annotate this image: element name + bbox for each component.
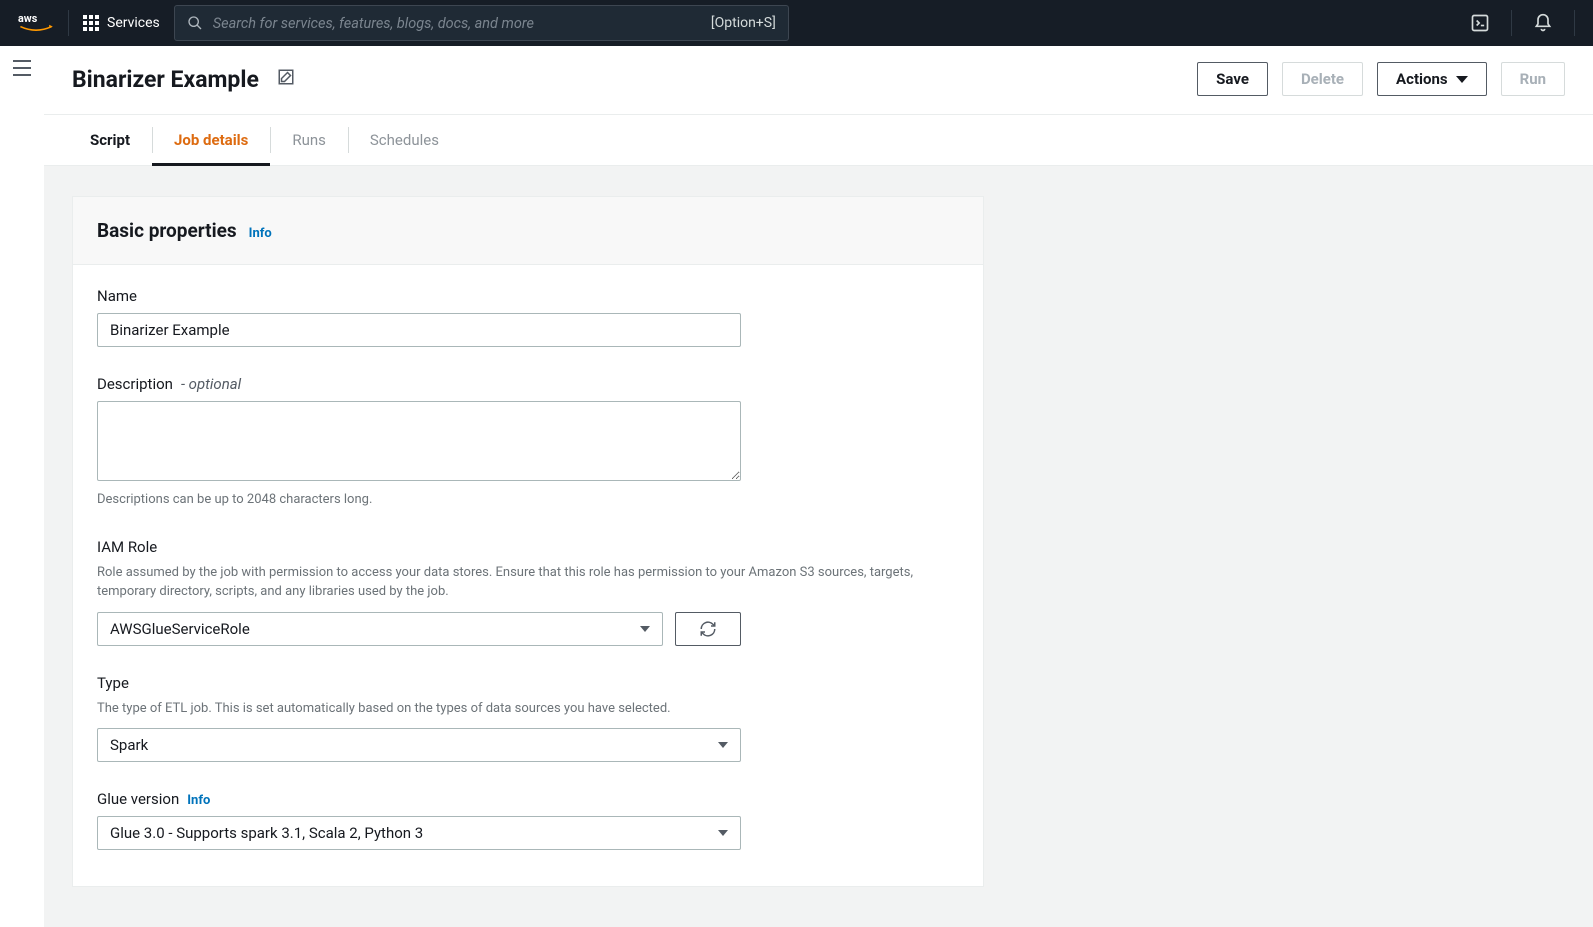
nav-separator <box>1511 10 1512 36</box>
actions-label: Actions <box>1396 70 1448 88</box>
type-description: The type of ETL job. This is set automat… <box>97 700 959 719</box>
field-type: Type The type of ETL job. This is set au… <box>97 674 959 763</box>
save-label: Save <box>1216 70 1249 88</box>
glue-label: Glue version Info <box>97 790 959 808</box>
field-name: Name <box>97 287 959 347</box>
panel-info-link[interactable]: Info <box>249 226 272 241</box>
hamburger-icon <box>12 60 32 76</box>
tab-schedules[interactable]: Schedules <box>348 115 461 165</box>
iam-description: Role assumed by the job with permission … <box>97 564 959 602</box>
edit-title-button[interactable] <box>277 68 295 90</box>
bell-icon <box>1533 13 1553 33</box>
actions-menu-button[interactable]: Actions <box>1377 62 1487 96</box>
notifications-button[interactable] <box>1526 6 1560 40</box>
type-label: Type <box>97 674 959 692</box>
iam-role-select[interactable]: AWSGlueServiceRole <box>97 612 663 646</box>
description-input[interactable] <box>97 401 741 481</box>
cloudshell-icon <box>1470 13 1490 33</box>
delete-button[interactable]: Delete <box>1282 62 1363 96</box>
panel-body: Name Description - optional Descriptions… <box>73 265 983 886</box>
search-input[interactable] <box>213 15 701 32</box>
description-label-text: Description <box>97 375 173 393</box>
tab-job-details[interactable]: Job details <box>152 115 270 165</box>
aws-logo[interactable]: aws <box>18 12 54 34</box>
grid-icon <box>83 15 99 31</box>
iam-role-row: AWSGlueServiceRole <box>97 612 959 646</box>
caret-down-icon <box>1456 76 1468 83</box>
panel-title: Basic properties <box>97 219 237 242</box>
search-shortcut: [Option+S] <box>711 15 776 31</box>
run-button[interactable]: Run <box>1501 62 1565 96</box>
header-actions: Save Delete Actions Run <box>1197 62 1565 96</box>
caret-down-icon <box>718 830 728 836</box>
top-nav: aws Services [Option+S] <box>0 0 1593 46</box>
glue-label-text: Glue version <box>97 790 179 808</box>
tab-runs[interactable]: Runs <box>270 115 348 165</box>
search-icon <box>187 15 203 31</box>
tab-label: Job details <box>174 131 248 149</box>
nav-separator <box>68 10 69 36</box>
svg-text:aws: aws <box>18 12 38 25</box>
tab-label: Schedules <box>370 131 439 149</box>
cloudshell-button[interactable] <box>1463 6 1497 40</box>
field-description: Description - optional Descriptions can … <box>97 375 959 510</box>
main-area: Basic properties Info Name Description -… <box>44 166 1593 927</box>
basic-properties-panel: Basic properties Info Name Description -… <box>72 196 984 887</box>
caret-down-icon <box>718 742 728 748</box>
tab-label: Runs <box>292 131 326 149</box>
global-search[interactable]: [Option+S] <box>174 5 789 41</box>
optional-tag: - optional <box>181 375 241 393</box>
type-select[interactable]: Spark <box>97 728 741 762</box>
glue-version-select[interactable]: Glue 3.0 - Supports spark 3.1, Scala 2, … <box>97 816 741 850</box>
field-iam-role: IAM Role Role assumed by the job with pe… <box>97 538 959 646</box>
services-menu[interactable]: Services <box>83 15 160 31</box>
tab-strip: Script Job details Runs Schedules <box>44 115 1593 166</box>
description-help: Descriptions can be up to 2048 character… <box>97 491 959 510</box>
run-label: Run <box>1520 70 1546 88</box>
tab-script[interactable]: Script <box>68 115 152 165</box>
caret-down-icon <box>640 626 650 632</box>
type-value: Spark <box>110 736 148 754</box>
refresh-roles-button[interactable] <box>675 612 741 646</box>
side-nav-toggle[interactable] <box>0 46 44 90</box>
field-glue-version: Glue version Info Glue 3.0 - Supports sp… <box>97 790 959 850</box>
page-title: Binarizer Example <box>72 66 259 93</box>
tab-label: Script <box>90 131 130 149</box>
glue-version-value: Glue 3.0 - Supports spark 3.1, Scala 2, … <box>110 824 423 842</box>
panel-header: Basic properties Info <box>73 197 983 265</box>
refresh-icon <box>699 620 717 638</box>
iam-role-value: AWSGlueServiceRole <box>110 620 250 638</box>
iam-label: IAM Role <box>97 538 959 556</box>
page-header: Binarizer Example Save Delete Actions Ru… <box>44 46 1593 115</box>
glue-info-link[interactable]: Info <box>187 793 210 808</box>
name-label: Name <box>97 287 959 305</box>
page-shell: Binarizer Example Save Delete Actions Ru… <box>44 46 1593 927</box>
name-input[interactable] <box>97 313 741 347</box>
description-label: Description - optional <box>97 375 959 393</box>
page-title-wrap: Binarizer Example <box>72 66 295 93</box>
services-label: Services <box>107 15 160 31</box>
pencil-icon <box>277 68 295 86</box>
nav-separator <box>1574 10 1575 36</box>
delete-label: Delete <box>1301 70 1344 88</box>
save-button[interactable]: Save <box>1197 62 1268 96</box>
